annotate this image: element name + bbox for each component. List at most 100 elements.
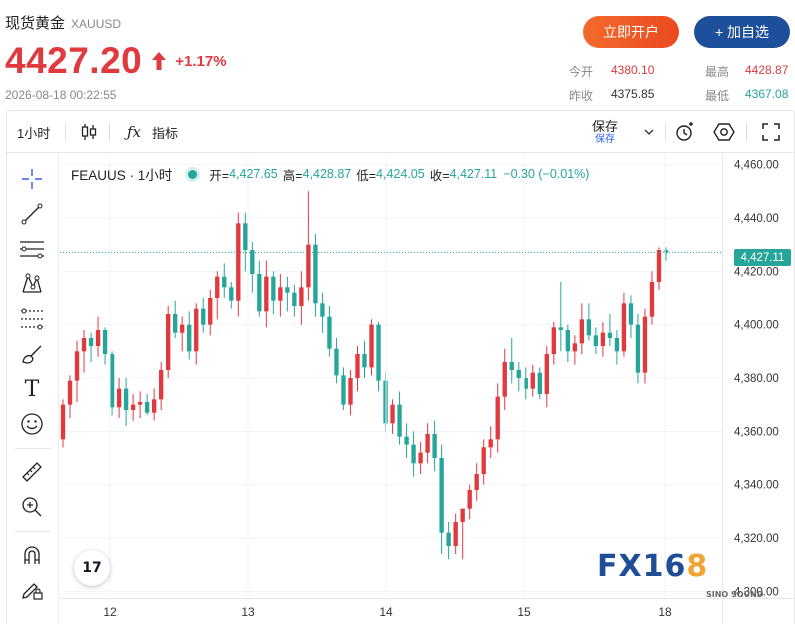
stat-low-value: 4367.08	[745, 87, 789, 101]
y-tick-label: 4,320.00	[734, 533, 779, 545]
tradingview-logo[interactable]: 17	[74, 550, 110, 586]
candle-body	[194, 308, 199, 352]
change-percent: +1.17%	[175, 52, 227, 70]
candle-body	[425, 434, 430, 453]
candle-body	[299, 287, 304, 306]
candle-body	[306, 244, 311, 288]
alert-clock-icon[interactable]	[675, 111, 695, 153]
candle-body	[390, 404, 395, 424]
candle-body	[565, 330, 571, 352]
settings-hexagon-icon[interactable]	[713, 111, 735, 153]
zoom-in-icon[interactable]	[19, 494, 45, 520]
candle-body	[460, 508, 465, 522]
candle-body	[502, 362, 507, 397]
y-tick-label: 4,420.00	[734, 266, 779, 278]
candle-body	[397, 404, 402, 437]
candle-body	[144, 402, 150, 413]
toolbar-divider	[65, 123, 66, 141]
candle-body	[411, 444, 416, 464]
candle-body	[404, 436, 409, 445]
instrument-title: 现货黄金	[5, 15, 66, 32]
legend-low-value: 4,424.05	[376, 167, 425, 181]
y-tick-label: 4,360.00	[734, 426, 779, 438]
candle-body	[516, 370, 521, 378]
interval-selector[interactable]: 1小时	[17, 111, 50, 153]
candle-body	[123, 388, 129, 410]
market-status-dot-icon	[188, 169, 198, 179]
indicators-button[interactable]: 指标	[152, 111, 178, 153]
candle-body	[95, 330, 101, 346]
save-button[interactable]: 保存 保存	[592, 111, 618, 153]
candle-body	[530, 372, 535, 389]
chart-toolbar: 1小时 ƒx 指标 保存 保存	[7, 111, 794, 153]
emoji-icon[interactable]	[19, 411, 45, 437]
candle-body	[278, 287, 283, 301]
candle-body	[635, 324, 641, 373]
candle-body	[341, 375, 346, 405]
candle-body	[348, 378, 353, 405]
fx168-watermark: FX168	[597, 549, 708, 584]
candle-body	[642, 316, 648, 373]
candle-body	[130, 404, 136, 410]
candle-body	[474, 474, 479, 490]
up-arrow-icon	[151, 51, 167, 71]
candle-body	[264, 276, 269, 312]
candle-body	[313, 244, 318, 304]
stat-prev-value: 4375.85	[611, 87, 655, 101]
legend-change: −0.30 (−0.01%)	[503, 167, 590, 181]
candle-body	[166, 314, 171, 370]
x-tick-label: 13	[241, 605, 255, 619]
candle-body	[257, 274, 262, 312]
chevron-down-icon[interactable]	[644, 111, 654, 153]
x-tick-label: 15	[517, 605, 531, 619]
stat-low: 最低 4367.08	[705, 87, 788, 104]
candle-body	[102, 330, 108, 354]
candle-body	[481, 447, 486, 474]
add-watchlist-button[interactable]: + 加自选	[694, 16, 790, 48]
candle-body	[467, 490, 472, 509]
stat-open-label: 今开	[569, 65, 594, 79]
legend-open-value: 4,427.65	[229, 167, 278, 181]
magnet-icon[interactable]	[19, 542, 45, 568]
title-row: 现货黄金 XAUUSD	[5, 12, 121, 33]
candle-body	[600, 332, 606, 346]
lock-pencil-icon[interactable]	[19, 577, 45, 603]
candle-body	[109, 354, 115, 408]
candle-body	[151, 399, 157, 413]
candle-body	[628, 303, 634, 325]
candle-body	[649, 282, 655, 317]
candle-body	[656, 250, 662, 282]
quote-timestamp: 2026-08-18 00:22:55	[5, 88, 117, 102]
open-account-button[interactable]: 立即开户	[583, 16, 679, 48]
candle-body	[285, 287, 290, 293]
ruler-icon[interactable]	[19, 459, 45, 485]
fib-lines-icon[interactable]	[19, 236, 45, 262]
candle-body	[572, 343, 578, 352]
x-tick-label: 14	[379, 605, 393, 619]
current-price: 4427.20	[5, 40, 143, 81]
legend-high-value: 4,428.87	[302, 167, 352, 181]
candle-body	[432, 434, 437, 458]
candle-body	[271, 276, 276, 301]
candlestick-icon[interactable]	[81, 111, 97, 153]
text-icon[interactable]: T	[19, 376, 45, 402]
crosshair-icon[interactable]	[19, 166, 45, 192]
stat-low-label: 最低	[705, 89, 730, 103]
chart-plot-area[interactable]: 4,460.00 4,440.00 4,420.00 4,400.00 4,380.00…	[60, 154, 795, 624]
pattern-icon[interactable]	[19, 271, 45, 297]
candle-body	[243, 223, 248, 250]
save-label: 保存	[592, 118, 619, 134]
brush-icon[interactable]	[19, 341, 45, 367]
candle-body	[222, 276, 227, 288]
candle-body	[116, 388, 122, 408]
candle-body	[418, 452, 423, 464]
stat-open-value: 4380.10	[611, 63, 655, 77]
candle-body	[551, 327, 556, 354]
projection-icon[interactable]	[19, 306, 45, 332]
legend-close-label: 收=	[429, 168, 450, 183]
fullscreen-icon[interactable]	[762, 111, 780, 153]
trend-line-icon[interactable]	[19, 201, 45, 227]
candle-body	[60, 404, 66, 440]
function-icon[interactable]: ƒx	[127, 111, 141, 153]
watermark-text-1: FX16	[597, 549, 687, 584]
